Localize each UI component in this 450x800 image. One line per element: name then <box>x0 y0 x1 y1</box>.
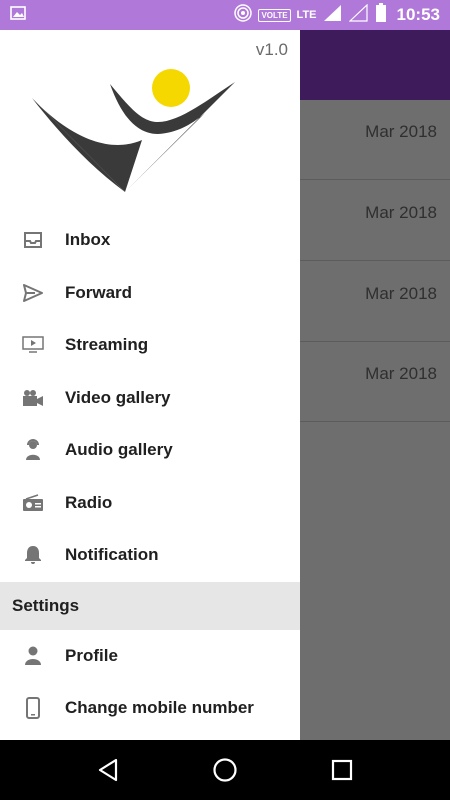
clock: 10:53 <box>396 5 440 24</box>
signal-icon <box>323 4 343 27</box>
menu-item-audio-gallery[interactable]: Audio gallery <box>0 424 300 477</box>
signal-empty-icon <box>348 3 369 27</box>
system-navigation-bar <box>0 740 450 800</box>
person-icon <box>22 645 44 667</box>
list-item-date: Mar 2018 <box>365 364 437 383</box>
list-item-date: Mar 2018 <box>365 284 437 303</box>
drawer-menu: Inbox Forward Streaming Video gallery Au… <box>0 214 300 735</box>
radio-icon <box>22 492 44 514</box>
back-icon[interactable] <box>94 756 122 784</box>
menu-item-label: Profile <box>65 645 118 665</box>
phone-icon <box>22 697 44 720</box>
headset-person-icon <box>22 439 44 461</box>
menu-item-profile[interactable]: Profile <box>0 630 300 683</box>
menu-item-change-mobile-number[interactable]: Change mobile number <box>0 682 300 735</box>
menu-item-radio[interactable]: Radio <box>0 477 300 530</box>
menu-item-label: Change mobile number <box>65 698 254 718</box>
status-bar: VOLTE LTE 10:53 <box>0 0 450 30</box>
navigation-drawer: v1.0 Inbox Forward Streaming Video galle… <box>0 30 300 740</box>
menu-item-label: Video gallery <box>65 387 171 407</box>
battery-icon <box>375 2 387 28</box>
menu-item-label: Streaming <box>65 335 149 355</box>
send-icon <box>22 282 44 304</box>
recents-icon[interactable] <box>328 756 356 784</box>
gallery-notification-icon <box>10 5 26 25</box>
menu-item-inbox[interactable]: Inbox <box>0 214 300 267</box>
settings-section-header: Settings <box>0 581 300 630</box>
video-camera-icon <box>22 387 44 409</box>
home-icon[interactable] <box>211 756 239 784</box>
app-logo <box>30 68 240 199</box>
menu-item-forward[interactable]: Forward <box>0 267 300 320</box>
inbox-icon <box>22 229 44 251</box>
menu-item-notification[interactable]: Notification <box>0 529 300 582</box>
network-type: LTE <box>296 9 317 21</box>
menu-item-label: Notification <box>65 545 159 565</box>
menu-item-video-gallery[interactable]: Video gallery <box>0 372 300 425</box>
menu-item-label: Audio gallery <box>65 440 173 460</box>
app-version: v1.0 <box>255 40 288 59</box>
list-item-date: Mar 2018 <box>365 203 437 222</box>
menu-item-label: Inbox <box>65 230 111 250</box>
volte-badge: VOLTE <box>258 8 291 22</box>
menu-item-streaming[interactable]: Streaming <box>0 319 300 372</box>
monitor-play-icon <box>22 334 44 356</box>
list-item-date: Mar 2018 <box>365 122 437 141</box>
menu-item-label: Radio <box>65 492 113 512</box>
hotspot-icon <box>234 3 253 27</box>
menu-item-label: Forward <box>65 282 133 302</box>
bell-icon <box>22 544 44 566</box>
